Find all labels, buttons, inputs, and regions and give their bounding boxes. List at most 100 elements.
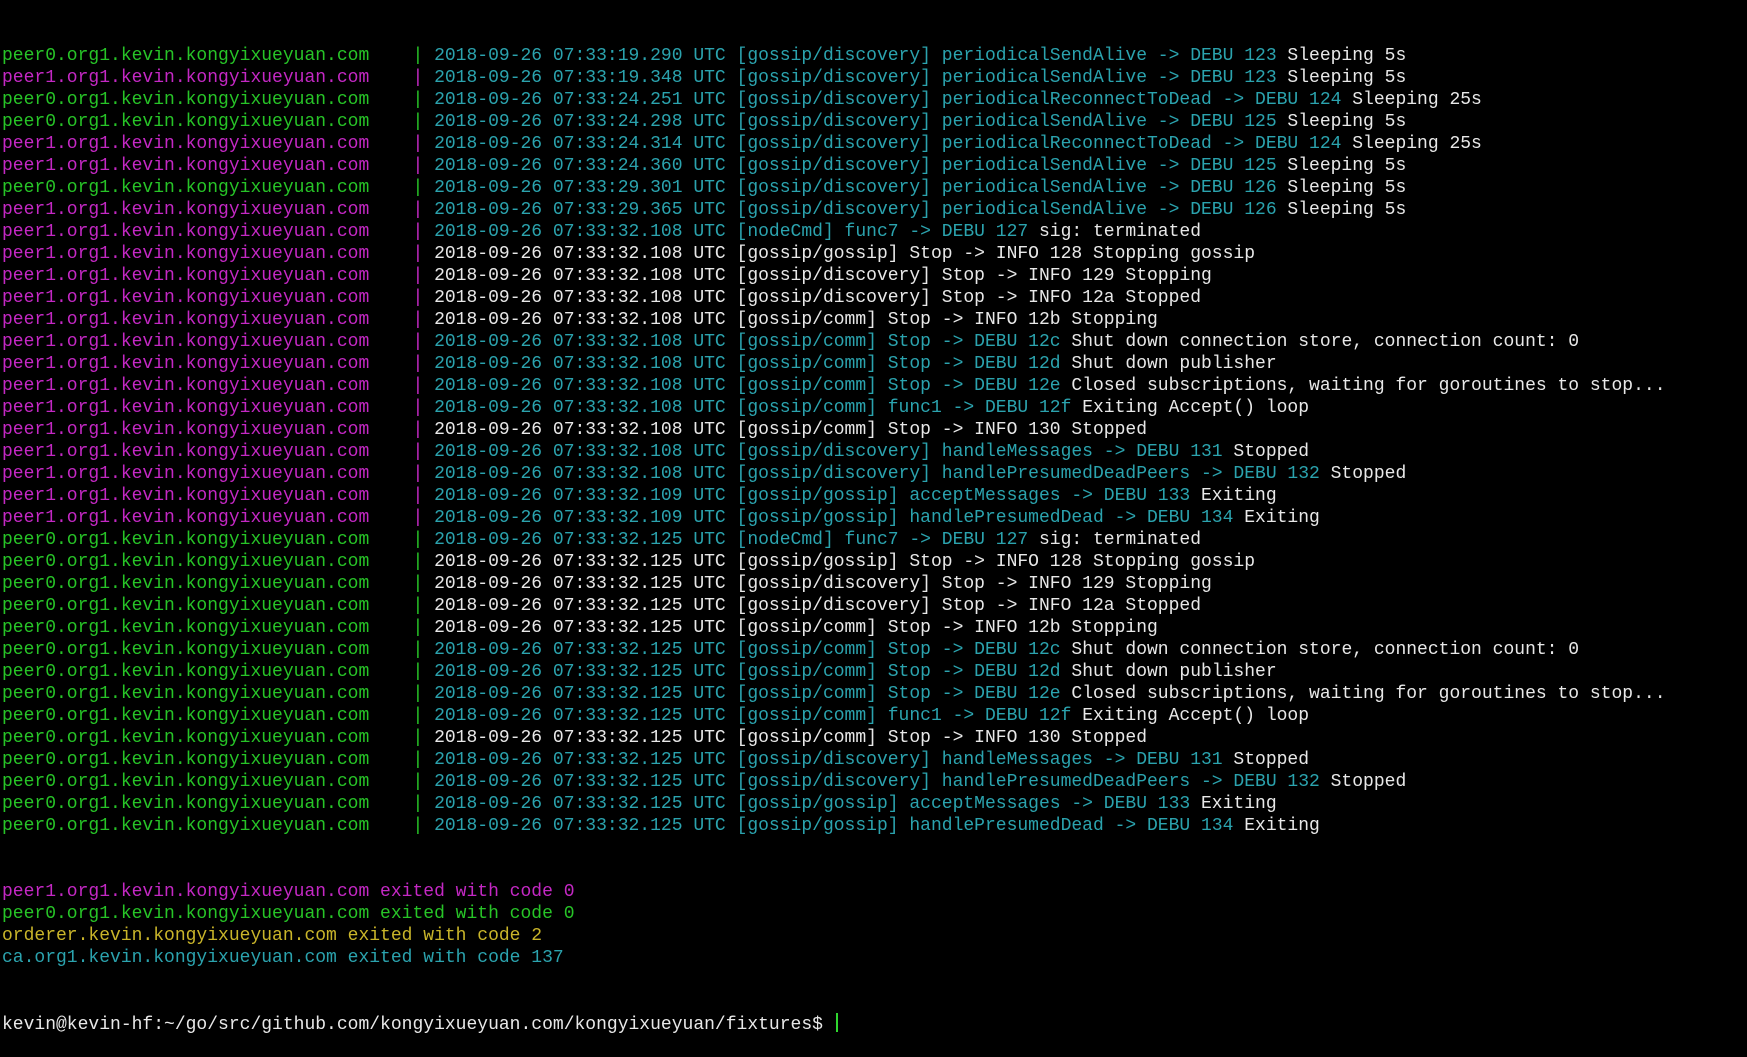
log-message: 2018-09-26 07:33:24.360 UTC [gossip/disc… <box>434 156 1277 176</box>
log-message: 2018-09-26 07:33:32.125 UTC [nodeCmd] fu… <box>434 530 1029 550</box>
log-line: peer0.org1.kevin.kongyixueyuan.com | 201… <box>0 661 1747 683</box>
log-source: peer0.org1.kevin.kongyixueyuan.com <box>2 794 413 814</box>
log-separator: | <box>412 530 435 550</box>
log-line: peer1.org1.kevin.kongyixueyuan.com | 201… <box>0 221 1747 243</box>
log-separator: | <box>412 772 435 792</box>
log-message: 2018-09-26 07:33:32.109 UTC [gossip/goss… <box>434 508 1234 528</box>
log-line: peer1.org1.kevin.kongyixueyuan.com | 201… <box>0 375 1747 397</box>
log-message-detail: Sleeping 5s <box>1276 200 1407 220</box>
log-message: 2018-09-26 07:33:32.109 UTC [gossip/goss… <box>434 486 1191 506</box>
log-separator: | <box>412 574 435 594</box>
log-source: peer0.org1.kevin.kongyixueyuan.com <box>2 618 413 638</box>
log-message: 2018-09-26 07:33:32.125 UTC [gossip/disc… <box>434 772 1320 792</box>
log-line: peer0.org1.kevin.kongyixueyuan.com | 201… <box>0 551 1747 573</box>
log-source: peer1.org1.kevin.kongyixueyuan.com <box>2 266 413 286</box>
log-separator: | <box>412 640 435 660</box>
log-line: peer0.org1.kevin.kongyixueyuan.com | 201… <box>0 177 1747 199</box>
log-message-detail: Closed subscriptions, waiting for gorout… <box>1060 376 1666 396</box>
log-source: peer1.org1.kevin.kongyixueyuan.com <box>2 244 413 264</box>
log-separator: | <box>412 596 435 616</box>
text-cursor <box>835 1013 838 1032</box>
log-line: peer0.org1.kevin.kongyixueyuan.com | 201… <box>0 749 1747 771</box>
log-output: peer0.org1.kevin.kongyixueyuan.com | 201… <box>0 45 1747 837</box>
log-line: peer1.org1.kevin.kongyixueyuan.com | 201… <box>0 485 1747 507</box>
log-line: peer1.org1.kevin.kongyixueyuan.com | 201… <box>0 155 1747 177</box>
log-line: peer1.org1.kevin.kongyixueyuan.com | 201… <box>0 507 1747 529</box>
log-line: peer1.org1.kevin.kongyixueyuan.com | 201… <box>0 441 1747 463</box>
log-separator: | <box>412 750 435 770</box>
log-message: 2018-09-26 07:33:29.301 UTC [gossip/disc… <box>434 178 1277 198</box>
log-message-detail: Shut down publisher <box>1060 662 1277 682</box>
log-message: 2018-09-26 07:33:24.298 UTC [gossip/disc… <box>434 112 1277 132</box>
log-line: peer0.org1.kevin.kongyixueyuan.com | 201… <box>0 815 1747 837</box>
log-line: peer0.org1.kevin.kongyixueyuan.com | 201… <box>0 639 1747 661</box>
log-message: 2018-09-26 07:33:32.125 UTC [gossip/comm… <box>434 640 1061 660</box>
log-source: peer0.org1.kevin.kongyixueyuan.com <box>2 530 413 550</box>
log-line: peer1.org1.kevin.kongyixueyuan.com | 201… <box>0 287 1747 309</box>
log-separator: | <box>412 816 435 836</box>
log-message-detail: Exiting <box>1190 486 1277 506</box>
log-separator: | <box>412 794 435 814</box>
log-separator: | <box>412 244 435 264</box>
log-message-detail: Shut down connection store, connection c… <box>1060 332 1580 352</box>
log-message: 2018-09-26 07:33:32.108 UTC [gossip/disc… <box>434 442 1223 462</box>
log-separator: | <box>412 442 435 462</box>
log-source: peer1.org1.kevin.kongyixueyuan.com <box>2 398 413 418</box>
log-message: 2018-09-26 07:33:32.108 UTC [gossip/comm… <box>434 354 1061 374</box>
log-message: 2018-09-26 07:33:32.108 UTC [nodeCmd] fu… <box>434 222 1029 242</box>
terminal-window[interactable]: peer0.org1.kevin.kongyixueyuan.com | 201… <box>0 0 1747 1035</box>
log-source: peer1.org1.kevin.kongyixueyuan.com <box>2 464 413 484</box>
shell-prompt-line[interactable]: kevin@kevin-hf:~/go/src/github.com/kongy… <box>0 1013 1747 1035</box>
log-source: peer1.org1.kevin.kongyixueyuan.com <box>2 442 413 462</box>
log-line: peer0.org1.kevin.kongyixueyuan.com | 201… <box>0 727 1747 749</box>
log-message: 2018-09-26 07:33:29.365 UTC [gossip/disc… <box>434 200 1277 220</box>
log-source: peer1.org1.kevin.kongyixueyuan.com <box>2 376 413 396</box>
log-source: peer0.org1.kevin.kongyixueyuan.com <box>2 552 413 572</box>
log-message: 2018-09-26 07:33:24.251 UTC [gossip/disc… <box>434 90 1342 110</box>
log-line: peer1.org1.kevin.kongyixueyuan.com | 201… <box>0 243 1747 265</box>
log-line: peer0.org1.kevin.kongyixueyuan.com | 201… <box>0 793 1747 815</box>
log-separator: | <box>412 134 435 154</box>
log-source: peer1.org1.kevin.kongyixueyuan.com <box>2 310 413 330</box>
log-line: peer0.org1.kevin.kongyixueyuan.com | 201… <box>0 617 1747 639</box>
log-message: 2018-09-26 07:33:19.290 UTC [gossip/disc… <box>434 46 1277 66</box>
log-separator: | <box>412 486 435 506</box>
log-line: peer0.org1.kevin.kongyixueyuan.com | 201… <box>0 683 1747 705</box>
log-source: peer1.org1.kevin.kongyixueyuan.com <box>2 288 413 308</box>
log-message-detail: Sleeping 5s <box>1276 46 1407 66</box>
log-line: peer1.org1.kevin.kongyixueyuan.com | 201… <box>0 463 1747 485</box>
log-message-detail: Stopped <box>1222 442 1310 462</box>
log-source: peer0.org1.kevin.kongyixueyuan.com <box>2 662 413 682</box>
log-message: 2018-09-26 07:33:32.125 UTC [gossip/goss… <box>434 816 1234 836</box>
log-source: peer0.org1.kevin.kongyixueyuan.com <box>2 46 413 66</box>
log-message-detail: Sleeping 5s <box>1276 68 1407 88</box>
log-message-detail: Exiting <box>1190 794 1277 814</box>
log-message: 2018-09-26 07:33:32.125 UTC [gossip/disc… <box>434 574 1212 594</box>
log-separator: | <box>412 46 435 66</box>
log-message: 2018-09-26 07:33:32.125 UTC [gossip/goss… <box>434 794 1191 814</box>
log-line: peer0.org1.kevin.kongyixueyuan.com | 201… <box>0 45 1747 67</box>
log-separator: | <box>412 376 435 396</box>
log-message: 2018-09-26 07:33:32.125 UTC [gossip/disc… <box>434 596 1202 616</box>
log-message: 2018-09-26 07:33:32.108 UTC [gossip/disc… <box>434 288 1202 308</box>
log-message: 2018-09-26 07:33:32.108 UTC [gossip/disc… <box>434 464 1320 484</box>
log-message-detail: Stopped <box>1319 464 1407 484</box>
log-message: 2018-09-26 07:33:32.108 UTC [gossip/comm… <box>434 420 1147 440</box>
log-message-detail: Shut down connection store, connection c… <box>1060 640 1580 660</box>
log-line: peer0.org1.kevin.kongyixueyuan.com | 201… <box>0 595 1747 617</box>
exit-status-line: ca.org1.kevin.kongyixueyuan.com exited w… <box>2 948 564 968</box>
log-message-detail: Sleeping 5s <box>1276 112 1407 132</box>
log-separator: | <box>412 90 435 110</box>
log-source: peer1.org1.kevin.kongyixueyuan.com <box>2 332 413 352</box>
exit-status-line: peer1.org1.kevin.kongyixueyuan.com exite… <box>2 882 575 902</box>
log-source: peer0.org1.kevin.kongyixueyuan.com <box>2 112 413 132</box>
log-line: peer0.org1.kevin.kongyixueyuan.com | 201… <box>0 573 1747 595</box>
log-separator: | <box>412 178 435 198</box>
log-separator: | <box>412 112 435 132</box>
log-separator: | <box>412 354 435 374</box>
log-line: peer1.org1.kevin.kongyixueyuan.com | 201… <box>0 419 1747 441</box>
log-separator: | <box>412 684 435 704</box>
log-line: peer0.org1.kevin.kongyixueyuan.com | 201… <box>0 529 1747 551</box>
log-separator: | <box>412 618 435 638</box>
log-line: peer0.org1.kevin.kongyixueyuan.com | 201… <box>0 705 1747 727</box>
